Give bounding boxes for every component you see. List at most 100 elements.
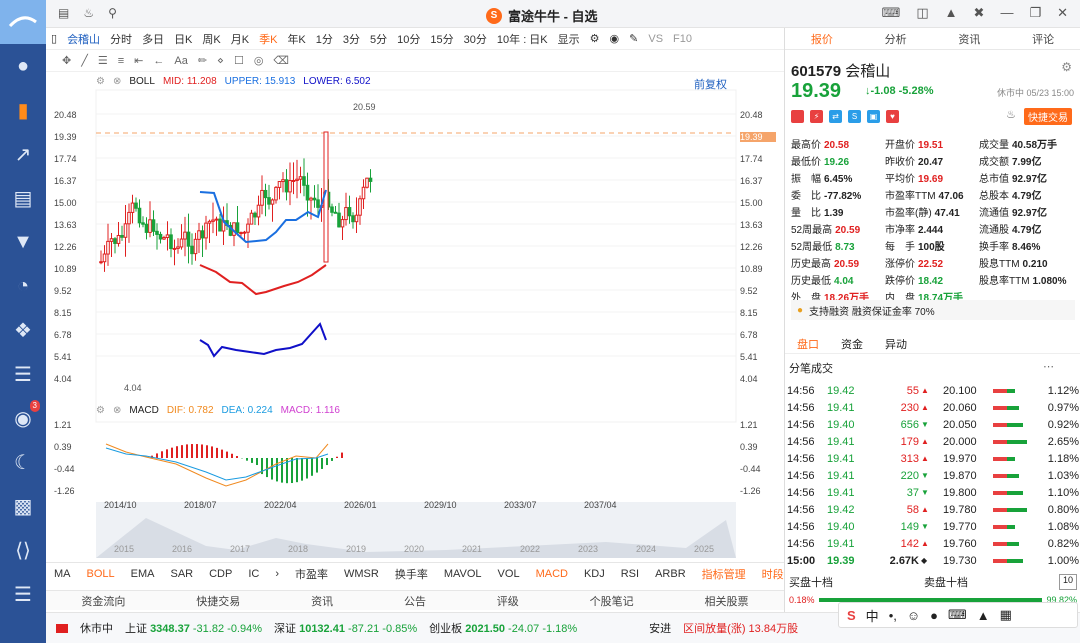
indicator-tab[interactable]: EMA bbox=[123, 568, 163, 580]
tab-analysis[interactable]: 分析 bbox=[859, 31, 933, 47]
index-sh[interactable]: 上证 3348.37 -31.82 -0.94% bbox=[125, 620, 262, 636]
text-tool-icon[interactable]: Aa bbox=[174, 55, 187, 67]
tab-period[interactable]: 年K bbox=[282, 31, 310, 47]
indicator-manage-button[interactable]: 指标管理 bbox=[694, 566, 754, 582]
tab-period[interactable]: 分时 bbox=[105, 31, 137, 47]
portfolio-icon[interactable]: ▣ bbox=[867, 110, 880, 123]
keyboard-icon[interactable]: ⌨ bbox=[948, 607, 967, 623]
search-icon[interactable]: ⚲ bbox=[108, 6, 117, 20]
news-icon[interactable]: ☰ bbox=[0, 352, 46, 396]
fib-tool-icon[interactable]: ≡ bbox=[118, 55, 124, 67]
restore-icon[interactable]: ❐ bbox=[1029, 5, 1041, 21]
move-icon[interactable]: ✥ bbox=[62, 54, 71, 67]
chart-stock-name[interactable]: 会稽山 bbox=[62, 31, 105, 47]
apps-icon[interactable]: ▦ bbox=[1000, 607, 1012, 623]
trend-icon[interactable]: ↗ bbox=[0, 132, 46, 176]
tab-period[interactable]: 5分 bbox=[365, 31, 392, 47]
bottom-tab[interactable]: 资金流向 bbox=[81, 593, 125, 609]
mic-icon[interactable]: ● bbox=[930, 608, 938, 623]
menu-icon[interactable]: ☰ bbox=[0, 572, 46, 616]
eye-icon[interactable]: ◎ bbox=[254, 54, 264, 67]
indicator-tab[interactable]: MA bbox=[46, 568, 79, 580]
arrow-tool-icon[interactable]: ← bbox=[153, 55, 164, 67]
tab-quote[interactable]: 报价 bbox=[785, 31, 859, 47]
brush-tool-icon[interactable]: ✏ bbox=[198, 54, 207, 67]
indicator-tab[interactable]: SAR bbox=[162, 568, 201, 580]
indicator-tab-active[interactable]: MACD bbox=[528, 568, 576, 580]
game-icon[interactable]: ▩ bbox=[0, 484, 46, 528]
tab-period[interactable]: 3分 bbox=[338, 31, 365, 47]
kline-chart[interactable]: ⚙ ⊗ BOLL MID: 11.208 UPPER: 15.913 LOWER… bbox=[46, 72, 784, 562]
lightning-icon[interactable]: ⚡ bbox=[810, 110, 823, 123]
shirt-icon[interactable]: ▲ bbox=[945, 5, 958, 21]
timeshare-button[interactable]: 时段 bbox=[754, 566, 784, 582]
index-sz[interactable]: 深证 10132.41 -87.21 -0.85% bbox=[274, 620, 417, 636]
tab-period[interactable]: 月K bbox=[226, 31, 254, 47]
collapse-icon[interactable]: ✖ bbox=[974, 5, 985, 21]
headset-icon[interactable]: ⌨ bbox=[882, 5, 901, 21]
moon-icon[interactable]: ☾ bbox=[0, 440, 46, 484]
panel-toggle-icon[interactable]: ▯ bbox=[46, 32, 62, 45]
trade-icon[interactable]: ▤ bbox=[0, 176, 46, 220]
tab-period[interactable]: 10分 bbox=[392, 31, 425, 47]
screener-icon[interactable]: ▼ bbox=[0, 220, 46, 264]
sogou-icon[interactable]: S bbox=[847, 608, 856, 623]
tab-period[interactable]: 15分 bbox=[425, 31, 458, 47]
display-menu[interactable]: 显示 bbox=[553, 31, 585, 47]
indicator-tab[interactable]: 换手率 bbox=[387, 566, 436, 582]
tab-period[interactable]: 周K bbox=[197, 31, 225, 47]
channel-tool-icon[interactable]: ☰ bbox=[98, 54, 108, 67]
pen-icon[interactable]: ✎ bbox=[624, 32, 643, 45]
margin-icon[interactable]: S bbox=[848, 110, 861, 123]
indicator-tab[interactable]: MAVOL bbox=[436, 568, 490, 580]
trash-icon[interactable]: ⌫ bbox=[273, 54, 289, 67]
depth-button[interactable]: 10 bbox=[1058, 574, 1077, 590]
bottom-tab[interactable]: 个股笔记 bbox=[590, 593, 634, 609]
indicator-tab[interactable]: KDJ bbox=[576, 568, 613, 580]
heart-icon[interactable]: ♥ bbox=[886, 110, 899, 123]
indicator-tab[interactable]: CDP bbox=[201, 568, 240, 580]
bottom-tab[interactable]: 资讯 bbox=[311, 593, 333, 609]
indicator-tab[interactable]: IC bbox=[240, 568, 267, 580]
tab-funds[interactable]: 资金 bbox=[841, 336, 863, 352]
compass-icon[interactable]: ❖ bbox=[0, 308, 46, 352]
indicator-tab[interactable]: ARBR bbox=[647, 568, 694, 580]
code-icon[interactable]: ⟨⟩ bbox=[0, 528, 46, 572]
tab-period[interactable]: 30分 bbox=[459, 31, 492, 47]
vs-button[interactable]: VS bbox=[643, 33, 668, 45]
shirt-icon[interactable]: ▲ bbox=[977, 608, 990, 623]
bottom-tab[interactable]: 评级 bbox=[497, 593, 519, 609]
layout-icon[interactable]: ▤ bbox=[58, 6, 69, 20]
tab-news[interactable]: 资讯 bbox=[933, 31, 1007, 47]
bottom-tab[interactable]: 相关股票 bbox=[704, 593, 748, 609]
tab-period-active[interactable]: 季K bbox=[254, 31, 282, 47]
tab-orderbook[interactable]: 盘口 bbox=[797, 336, 819, 352]
quick-trade-button[interactable]: 快捷交易 bbox=[1024, 108, 1072, 125]
bell-icon[interactable]: ♨ bbox=[83, 6, 94, 20]
connect-icon[interactable]: ⇄ bbox=[829, 110, 842, 123]
minimize-icon[interactable]: — bbox=[1000, 5, 1013, 21]
tab-period[interactable]: 日K bbox=[169, 31, 197, 47]
adjust-button[interactable]: 前复权 bbox=[694, 76, 727, 92]
macd-close-icon[interactable]: ⊗ bbox=[113, 405, 121, 416]
macd-label[interactable]: MACD bbox=[129, 405, 158, 416]
tab-comments[interactable]: 评论 bbox=[1006, 31, 1080, 47]
market-icon[interactable]: ▮ bbox=[0, 88, 46, 132]
f10-button[interactable]: F10 bbox=[668, 33, 697, 45]
settings-icon[interactable]: ⚙ bbox=[1061, 60, 1072, 74]
chevron-right-icon[interactable]: › bbox=[267, 568, 287, 580]
settings-icon[interactable]: ⚙ bbox=[585, 32, 605, 45]
bottom-tab[interactable]: 公告 bbox=[404, 593, 426, 609]
indicator-tab[interactable]: WMSR bbox=[336, 568, 387, 580]
boll-label[interactable]: BOLL bbox=[129, 76, 155, 87]
ime-punct-icon[interactable]: •, bbox=[889, 608, 897, 623]
tab-period[interactable]: 1分 bbox=[311, 31, 338, 47]
range-select[interactable]: 10年 : 日K bbox=[492, 31, 553, 47]
boll-gear-icon[interactable]: ⚙ bbox=[96, 76, 105, 87]
margin-info[interactable]: ● 支持融资 融资保证金率 70% bbox=[791, 300, 1075, 320]
tab-movements[interactable]: 异动 bbox=[885, 336, 907, 352]
lock-icon[interactable]: ☐ bbox=[234, 54, 244, 67]
tab-period[interactable]: 多日 bbox=[137, 31, 169, 47]
volume-note[interactable]: 区间放量(涨) 13.84万股 bbox=[683, 620, 798, 636]
camera-icon[interactable]: ◉ bbox=[605, 32, 625, 45]
